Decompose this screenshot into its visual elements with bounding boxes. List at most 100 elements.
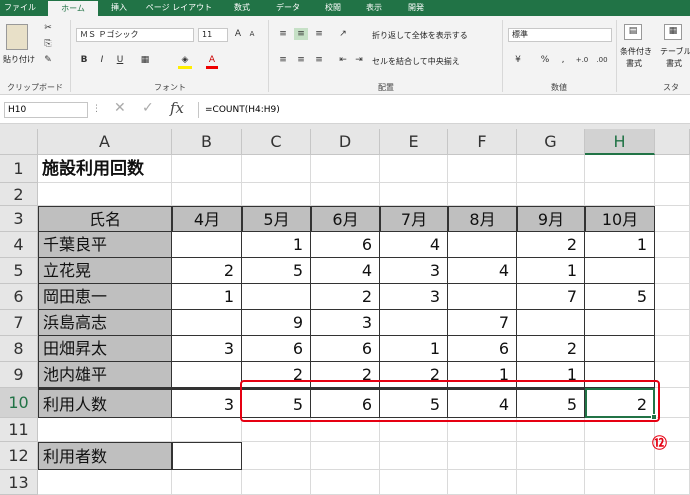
cell[interactable] [517, 470, 585, 495]
format-as-table-icon[interactable]: ▦ [664, 24, 682, 40]
cell[interactable] [585, 155, 655, 183]
cell[interactable] [448, 155, 517, 183]
data-cell[interactable]: 1 [380, 336, 448, 362]
percent-icon[interactable]: % [538, 54, 552, 66]
data-cell[interactable]: 9 [242, 310, 311, 336]
column-header-b[interactable]: B [172, 129, 242, 155]
data-cell[interactable] [172, 232, 242, 258]
format-painter-icon[interactable]: ✎ [42, 54, 54, 66]
font-name-select[interactable]: ＭＳ Ｐゴシック [76, 28, 194, 42]
column-header-f[interactable]: F [448, 129, 517, 155]
tab-view[interactable]: 表示 [356, 0, 392, 16]
month-header[interactable]: 4月 [172, 206, 242, 232]
conditional-format-icon[interactable]: ▤ [624, 24, 642, 40]
row-header-6[interactable]: 6 [0, 284, 38, 310]
person-name[interactable]: 田畑昇太 [38, 336, 172, 362]
data-cell[interactable] [448, 232, 517, 258]
copy-icon[interactable]: ⎘ [42, 38, 54, 50]
row-header-8[interactable]: 8 [0, 336, 38, 362]
data-cell[interactable] [585, 336, 655, 362]
data-cell[interactable]: 2 [517, 232, 585, 258]
number-format-select[interactable]: 標準 [508, 28, 612, 42]
data-cell[interactable]: 3 [380, 284, 448, 310]
row-header-11[interactable]: 11 [0, 418, 38, 442]
cell[interactable] [655, 155, 690, 183]
cell[interactable] [655, 310, 690, 336]
total-label[interactable]: 利用人数 [38, 388, 172, 418]
tab-home[interactable]: ホーム [48, 1, 98, 16]
column-header-d[interactable]: D [311, 129, 380, 155]
cell[interactable] [172, 183, 242, 206]
data-cell[interactable]: 1 [517, 258, 585, 284]
users-value-cell[interactable] [172, 442, 242, 470]
cell[interactable] [380, 442, 448, 470]
align-right-icon[interactable]: ≡ [312, 54, 326, 66]
font-grow-icon[interactable]: A [232, 28, 244, 40]
data-cell[interactable]: 7 [448, 310, 517, 336]
row-header-13[interactable]: 13 [0, 470, 38, 495]
users-label[interactable]: 利用者数 [38, 442, 172, 470]
cut-icon[interactable]: ✂ [42, 22, 54, 34]
tab-page-layout[interactable]: ページ レイアウト [140, 0, 218, 16]
cancel-icon[interactable]: ✕ [114, 100, 126, 116]
data-cell[interactable]: 3 [311, 310, 380, 336]
indent-increase-icon[interactable]: ⇥ [352, 54, 366, 66]
cell[interactable] [38, 183, 172, 206]
cell[interactable] [172, 418, 242, 442]
cell[interactable] [585, 183, 655, 206]
cell[interactable] [448, 470, 517, 495]
cell[interactable] [172, 155, 242, 183]
cell[interactable] [311, 470, 380, 495]
row-header-1[interactable]: 1 [0, 155, 38, 183]
data-cell[interactable]: 6 [311, 336, 380, 362]
comma-icon[interactable]: , [556, 54, 570, 66]
font-color-icon[interactable]: A [206, 54, 218, 69]
cell[interactable] [448, 183, 517, 206]
row-header-10[interactable]: 10 [0, 388, 38, 418]
month-header[interactable]: 10月 [585, 206, 655, 232]
font-shrink-icon[interactable]: A [246, 28, 258, 40]
data-cell[interactable]: 1 [172, 284, 242, 310]
sheet-title[interactable]: 施設利用回数 [38, 155, 172, 183]
decrease-decimal-icon[interactable]: .00 [594, 54, 610, 66]
data-cell[interactable]: 6 [311, 232, 380, 258]
cell[interactable] [172, 470, 242, 495]
cell[interactable] [311, 183, 380, 206]
cell[interactable] [242, 470, 311, 495]
currency-icon[interactable]: ¥ [510, 54, 526, 66]
name-box-menu-icon[interactable]: ⋮ [92, 104, 101, 114]
tab-insert[interactable]: 挿入 [102, 0, 136, 16]
tab-data[interactable]: データ [266, 0, 310, 16]
cell[interactable] [517, 155, 585, 183]
format-as-table-label-2[interactable]: 書式 [666, 58, 682, 69]
conditional-format-label-1[interactable]: 条件付き [620, 46, 652, 57]
align-left-icon[interactable]: ≡ [276, 54, 290, 66]
row-header-9[interactable]: 9 [0, 362, 38, 388]
tab-developer[interactable]: 開発 [396, 0, 436, 16]
name-box[interactable]: H10 [4, 102, 88, 118]
bold-icon[interactable]: B [78, 54, 90, 66]
data-cell[interactable]: 3 [380, 258, 448, 284]
cell[interactable] [311, 442, 380, 470]
column-header-i[interactable] [655, 129, 690, 155]
data-cell[interactable] [172, 362, 242, 388]
insert-function-icon[interactable]: fx [170, 99, 184, 117]
data-cell[interactable]: 2 [517, 336, 585, 362]
data-cell[interactable] [585, 310, 655, 336]
cell[interactable] [380, 183, 448, 206]
cell[interactable] [242, 442, 311, 470]
row-header-4[interactable]: 4 [0, 232, 38, 258]
person-name[interactable]: 池内雄平 [38, 362, 172, 388]
conditional-format-label-2[interactable]: 書式 [626, 58, 642, 69]
underline-icon[interactable]: U [114, 54, 126, 66]
cell[interactable] [655, 284, 690, 310]
font-size-select[interactable]: 11 [198, 28, 228, 42]
column-header-g[interactable]: G [517, 129, 585, 155]
person-name[interactable]: 千葉良平 [38, 232, 172, 258]
cell[interactable] [517, 183, 585, 206]
row-header-12[interactable]: 12 [0, 442, 38, 470]
align-middle-icon[interactable]: ≡ [294, 28, 308, 40]
cell[interactable] [380, 470, 448, 495]
data-cell[interactable] [448, 284, 517, 310]
data-cell[interactable] [380, 310, 448, 336]
